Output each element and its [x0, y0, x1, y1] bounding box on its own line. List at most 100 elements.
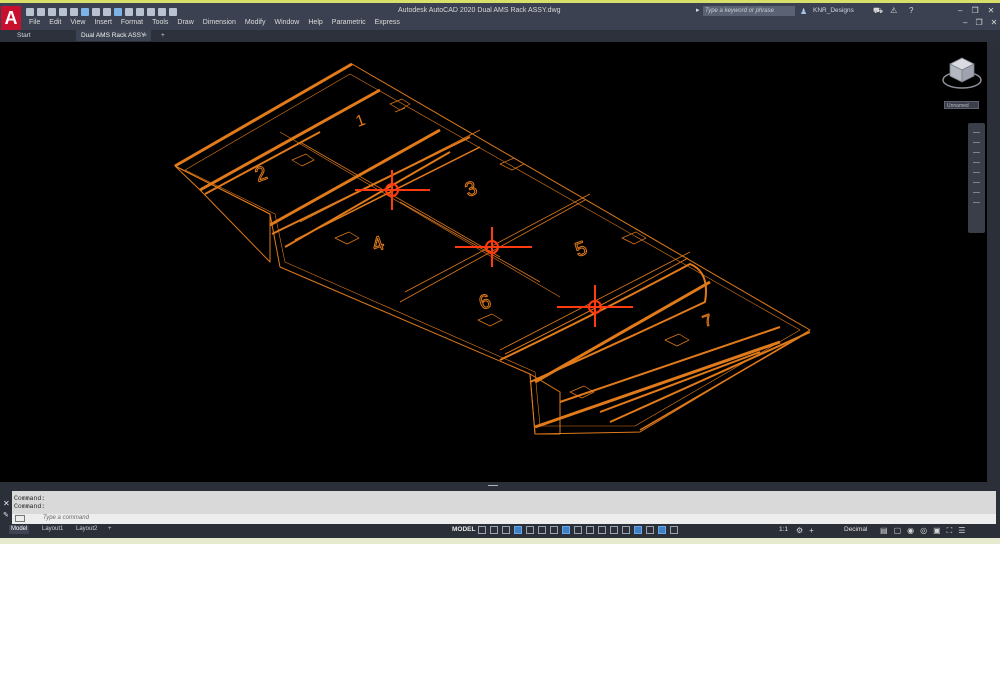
command-history-line: Command: — [14, 503, 46, 510]
menu-item-format[interactable]: Format — [121, 19, 148, 26]
lineweight-icon[interactable] — [574, 526, 582, 534]
doc-minimize-icon[interactable]: – — [963, 18, 967, 27]
mount-3 — [557, 285, 633, 327]
menu-item-help[interactable]: Help — [308, 19, 327, 26]
new-tab-button[interactable]: + — [156, 30, 170, 41]
isolate-icon[interactable]: ◉ — [907, 526, 914, 536]
command-input[interactable]: Type a command — [43, 515, 89, 521]
layout-tab-layout1[interactable]: Layout1 — [40, 525, 65, 534]
status-bar: Model Layout1 Layout2 + MODEL 1:1 Decima… — [0, 524, 1000, 538]
viewcube-icon[interactable] — [940, 54, 984, 92]
layout-tab-model[interactable]: Model — [9, 525, 30, 534]
close-icon[interactable]: ✕ — [3, 499, 10, 508]
file-tabs: Start Dual AMS Rack ASSY × + — [0, 30, 1000, 41]
window-title: Autodesk AutoCAD 2020 Dual AMS Rack ASSY… — [398, 7, 561, 14]
plus-icon[interactable]: + — [809, 526, 814, 535]
undo-icon[interactable] — [81, 8, 89, 16]
polar-icon[interactable] — [526, 526, 534, 534]
ortho-icon[interactable] — [514, 526, 522, 534]
menu-item-parametric[interactable]: Parametric — [332, 19, 371, 26]
match-icon[interactable] — [136, 8, 144, 16]
menu-item-tools[interactable]: Tools — [152, 19, 173, 26]
save-icon[interactable] — [48, 8, 56, 16]
doc-restore-icon[interactable]: ❐ — [975, 18, 982, 27]
model-space-toggle[interactable]: MODEL — [452, 526, 475, 533]
tab-close-icon[interactable]: × — [143, 30, 147, 41]
add-layout-button[interactable]: + — [106, 525, 114, 534]
layout-tab-layout2[interactable]: Layout2 — [74, 525, 99, 534]
search-input[interactable]: Type a keyword or phrase — [703, 6, 795, 16]
restore-icon[interactable]: ❐ — [971, 6, 978, 15]
app-logo-button[interactable]: A — [1, 6, 21, 31]
doc-close-icon[interactable]: ✕ — [991, 18, 998, 27]
tab-start[interactable]: Start — [12, 30, 72, 41]
command-recent-icon[interactable] — [15, 515, 25, 522]
drawing-canvas[interactable]: 1 2 3 4 5 6 7 — [0, 42, 987, 482]
gizmo-icon[interactable] — [646, 526, 654, 534]
menu-item-insert[interactable]: Insert — [94, 19, 117, 26]
menu-item-dimension[interactable]: Dimension — [203, 19, 241, 26]
autoscale-icon[interactable] — [670, 526, 678, 534]
svg-text:6: 6 — [476, 290, 494, 314]
properties-icon[interactable] — [158, 8, 166, 16]
view-name-dropdown[interactable]: Unnamed — [944, 101, 979, 109]
annotation-scale[interactable]: 1:1 — [779, 526, 788, 533]
osnap-track-icon[interactable] — [550, 526, 558, 534]
command-input-bar[interactable]: Type a command — [12, 514, 996, 524]
share-icon[interactable] — [103, 8, 111, 16]
measure-icon[interactable] — [147, 8, 155, 16]
3d-osnap-icon[interactable] — [610, 526, 618, 534]
transparency-icon[interactable] — [586, 526, 594, 534]
drafting-toggles — [478, 526, 678, 534]
menu-item-file[interactable]: File — [29, 19, 45, 26]
new-icon[interactable] — [26, 8, 34, 16]
user-icon: ♟ — [800, 7, 808, 16]
fullscreen-icon[interactable]: ⛶ — [947, 526, 953, 536]
close-icon[interactable]: ✕ — [988, 6, 995, 15]
menu-item-draw[interactable]: Draw — [177, 19, 198, 26]
navigation-bar[interactable] — [968, 123, 985, 233]
hardware-acceleration-icon[interactable]: ◎ — [920, 526, 927, 536]
annotation-visibility-icon[interactable] — [658, 526, 666, 534]
mount-2 — [455, 227, 532, 267]
user-name[interactable]: KNR_Designs — [813, 7, 854, 14]
clean-screen-icon[interactable]: ▣ — [933, 526, 941, 536]
open-icon[interactable] — [37, 8, 45, 16]
menu-item-edit[interactable]: Edit — [49, 19, 66, 26]
command-history-line: Command: — [14, 495, 46, 502]
infer-icon[interactable] — [502, 526, 510, 534]
redo-icon[interactable] — [92, 8, 100, 16]
a360-icon[interactable]: ⚠ — [890, 6, 897, 16]
minimize-icon[interactable]: – — [958, 6, 962, 15]
grid-icon[interactable] — [478, 526, 486, 534]
vertical-scrollbar[interactable] — [987, 42, 1000, 482]
menu-item-express[interactable]: Express — [375, 19, 405, 26]
units-dropdown[interactable]: Decimal — [844, 526, 867, 533]
selection-cycling-icon[interactable] — [598, 526, 606, 534]
menu-icon[interactable]: ☰ — [958, 526, 965, 536]
dynamic-ucs-icon[interactable] — [622, 526, 630, 534]
menu-item-view[interactable]: View — [70, 19, 90, 26]
menu-item-window[interactable]: Window — [274, 19, 304, 26]
layer-icon[interactable] — [125, 8, 133, 16]
settings-icon[interactable]: ⚙ — [796, 526, 803, 535]
snap-icon[interactable] — [490, 526, 498, 534]
quick-properties-icon[interactable]: ▤ — [880, 526, 888, 536]
wrench-icon[interactable]: ✎ — [3, 511, 9, 519]
plot-icon[interactable] — [70, 8, 78, 16]
lock-ui-icon[interactable]: ▢ — [894, 526, 902, 536]
save-as-icon[interactable] — [59, 8, 67, 16]
customize-icon[interactable] — [169, 8, 177, 16]
selection-filter-icon[interactable] — [634, 526, 642, 534]
osnap-icon[interactable] — [562, 526, 570, 534]
menu-bar: File Edit View Insert Format Tools Draw Dimensi… — [29, 19, 409, 26]
help-icon[interactable]: ? — [909, 6, 913, 15]
tab-document[interactable]: Dual AMS Rack ASSY × — [76, 30, 151, 41]
cart-icon[interactable]: ⛟ — [873, 6, 883, 16]
workspace-icon[interactable] — [114, 8, 122, 16]
search-expand-icon[interactable]: ▸ — [696, 6, 700, 14]
command-splitter[interactable] — [488, 485, 498, 486]
isodraft-icon[interactable] — [538, 526, 546, 534]
menu-item-modify[interactable]: Modify — [245, 19, 271, 26]
drawing-viewport[interactable]: 1 2 3 4 5 6 7 Unnamed — [0, 42, 987, 482]
